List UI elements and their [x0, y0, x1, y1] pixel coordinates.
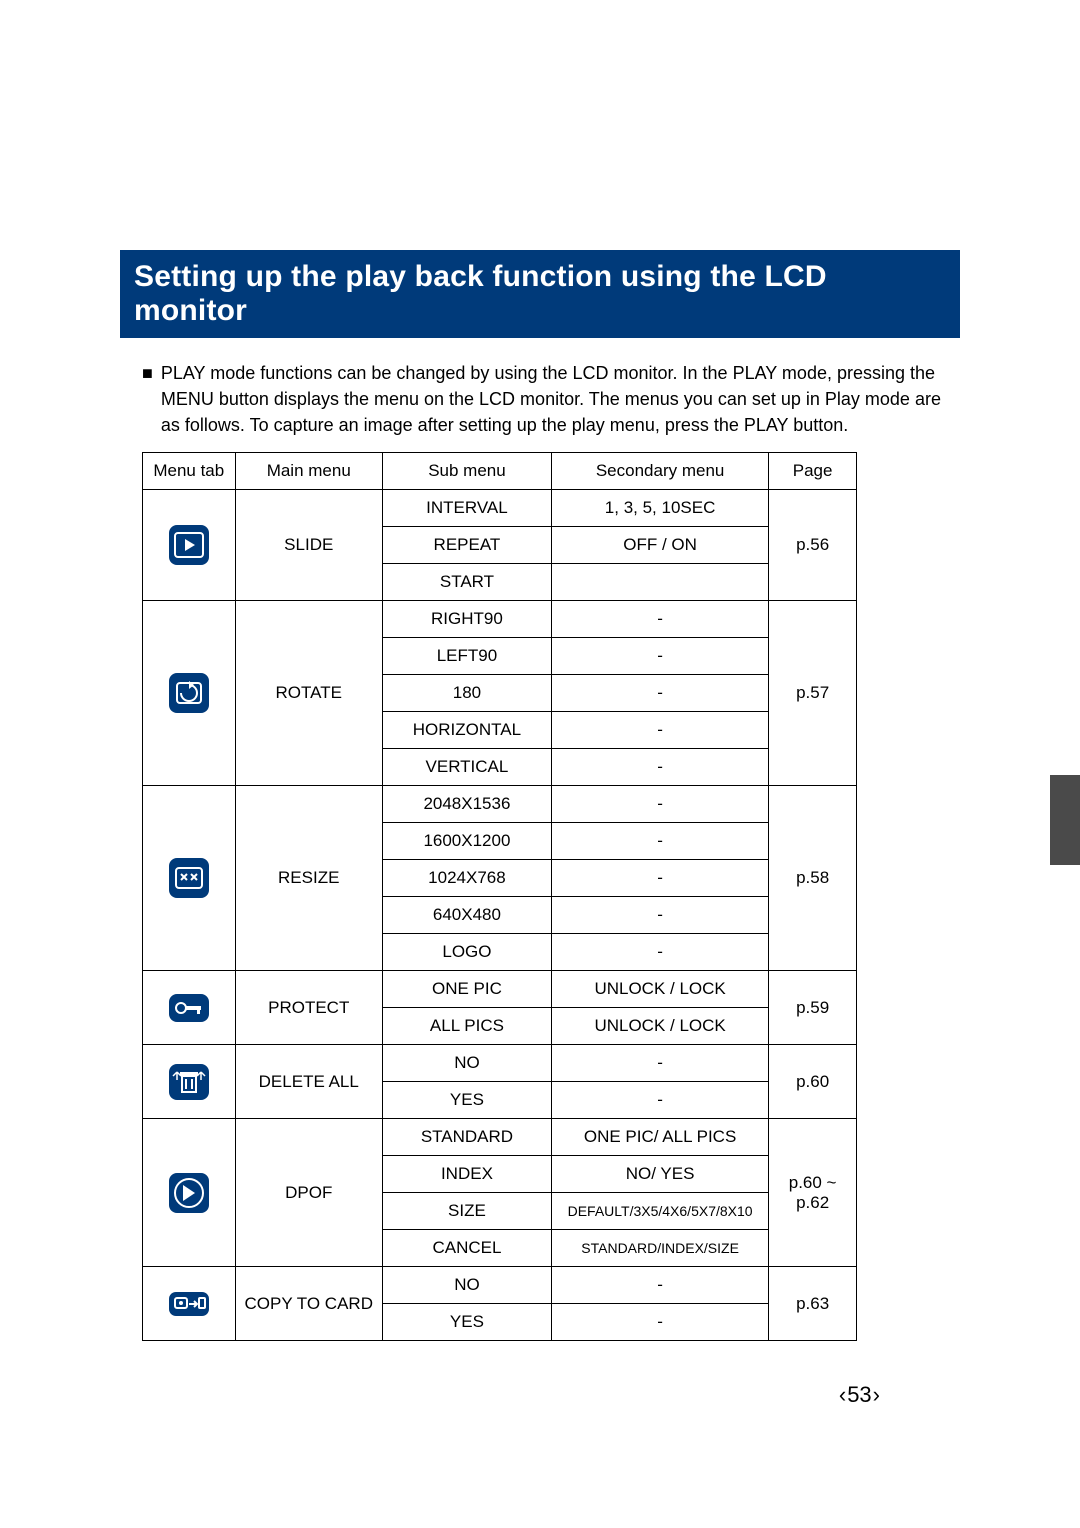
rotate-icon: [143, 601, 236, 786]
table-row: SLIDE INTERVAL 1, 3, 5, 10SEC p.56: [143, 490, 857, 527]
slide-sub-0: INTERVAL: [382, 490, 551, 527]
delete-all-icon: [143, 1045, 236, 1119]
table-row: COPY TO CARD NO - p.63: [143, 1267, 857, 1304]
resize-sec-3: -: [551, 897, 768, 934]
dpof-sub-1: INDEX: [382, 1156, 551, 1193]
slide-sec-0: 1, 3, 5, 10SEC: [551, 490, 768, 527]
resize-icon: [143, 786, 236, 971]
resize-sec-0: -: [551, 786, 768, 823]
rotate-sec-3: -: [551, 712, 768, 749]
rotate-sub-3: HORIZONTAL: [382, 712, 551, 749]
slide-sec-2: [551, 564, 768, 601]
deleteall-sec-0: -: [551, 1045, 768, 1082]
rotate-sec-0: -: [551, 601, 768, 638]
copy-page: p.63: [769, 1267, 857, 1341]
resize-page: p.58: [769, 786, 857, 971]
table-row: RESIZE 2048X1536 - p.58: [143, 786, 857, 823]
resize-sec-4: -: [551, 934, 768, 971]
rotate-sub-1: LEFT90: [382, 638, 551, 675]
protect-sub-0: ONE PIC: [382, 971, 551, 1008]
copy-main: COPY TO CARD: [235, 1267, 382, 1341]
dpof-sec-1: NO/ YES: [551, 1156, 768, 1193]
manual-page: Setting up the play back function using …: [0, 0, 1080, 1341]
dpof-page: p.60 ~ p.62: [769, 1119, 857, 1267]
side-thumb-tab: [1050, 775, 1080, 865]
dpof-sub-2: SIZE: [382, 1193, 551, 1230]
deleteall-page: p.60: [769, 1045, 857, 1119]
page-title: Setting up the play back function using …: [120, 250, 960, 338]
protect-sec-1: UNLOCK / LOCK: [551, 1008, 768, 1045]
rotate-sec-1: -: [551, 638, 768, 675]
copy-to-card-icon: [143, 1267, 236, 1341]
resize-main: RESIZE: [235, 786, 382, 971]
page-number: 53: [839, 1382, 880, 1408]
slide-main: SLIDE: [235, 490, 382, 601]
resize-sub-0: 2048X1536: [382, 786, 551, 823]
rotate-sub-2: 180: [382, 675, 551, 712]
table-row: PROTECT ONE PIC UNLOCK / LOCK p.59: [143, 971, 857, 1008]
slide-sub-1: REPEAT: [382, 527, 551, 564]
dpof-sec-3: STANDARD/INDEX/SIZE: [551, 1230, 768, 1267]
dpof-sub-3: CANCEL: [382, 1230, 551, 1267]
copy-sub-1: YES: [382, 1304, 551, 1341]
resize-sub-4: LOGO: [382, 934, 551, 971]
dpof-icon: [143, 1119, 236, 1267]
table-row: ROTATE RIGHT90 - p.57: [143, 601, 857, 638]
intro-text: PLAY mode functions can be changed by us…: [161, 360, 960, 438]
dpof-sub-0: STANDARD: [382, 1119, 551, 1156]
protect-sec-0: UNLOCK / LOCK: [551, 971, 768, 1008]
copy-sec-1: -: [551, 1304, 768, 1341]
rotate-main: ROTATE: [235, 601, 382, 786]
rotate-sec-2: -: [551, 675, 768, 712]
deleteall-main: DELETE ALL: [235, 1045, 382, 1119]
slide-sub-2: START: [382, 564, 551, 601]
resize-sec-2: -: [551, 860, 768, 897]
slide-sec-1: OFF / ON: [551, 527, 768, 564]
protect-sub-1: ALL PICS: [382, 1008, 551, 1045]
menu-table: Menu tab Main menu Sub menu Secondary me…: [142, 452, 857, 1341]
protect-icon: [143, 971, 236, 1045]
protect-main: PROTECT: [235, 971, 382, 1045]
table-row: DELETE ALL NO - p.60: [143, 1045, 857, 1082]
square-bullet-icon: ■: [142, 360, 153, 438]
slide-icon: [143, 490, 236, 601]
dpof-sec-2: DEFAULT/3X5/4X6/5X7/8X10: [551, 1193, 768, 1230]
resize-sec-1: -: [551, 823, 768, 860]
protect-page: p.59: [769, 971, 857, 1045]
rotate-sub-4: VERTICAL: [382, 749, 551, 786]
header-menu-tab: Menu tab: [143, 453, 236, 490]
intro-paragraph: ■ PLAY mode functions can be changed by …: [142, 360, 960, 438]
header-sub-menu: Sub menu: [382, 453, 551, 490]
resize-sub-2: 1024X768: [382, 860, 551, 897]
resize-sub-1: 1600X1200: [382, 823, 551, 860]
deleteall-sub-1: YES: [382, 1082, 551, 1119]
rotate-sub-0: RIGHT90: [382, 601, 551, 638]
header-secondary-menu: Secondary menu: [551, 453, 768, 490]
copy-sec-0: -: [551, 1267, 768, 1304]
rotate-page: p.57: [769, 601, 857, 786]
header-main-menu: Main menu: [235, 453, 382, 490]
table-header-row: Menu tab Main menu Sub menu Secondary me…: [143, 453, 857, 490]
deleteall-sec-1: -: [551, 1082, 768, 1119]
slide-page: p.56: [769, 490, 857, 601]
table-row: DPOF STANDARD ONE PIC/ ALL PICS p.60 ~ p…: [143, 1119, 857, 1156]
deleteall-sub-0: NO: [382, 1045, 551, 1082]
resize-sub-3: 640X480: [382, 897, 551, 934]
copy-sub-0: NO: [382, 1267, 551, 1304]
dpof-sec-0: ONE PIC/ ALL PICS: [551, 1119, 768, 1156]
header-page: Page: [769, 453, 857, 490]
rotate-sec-4: -: [551, 749, 768, 786]
dpof-main: DPOF: [235, 1119, 382, 1267]
